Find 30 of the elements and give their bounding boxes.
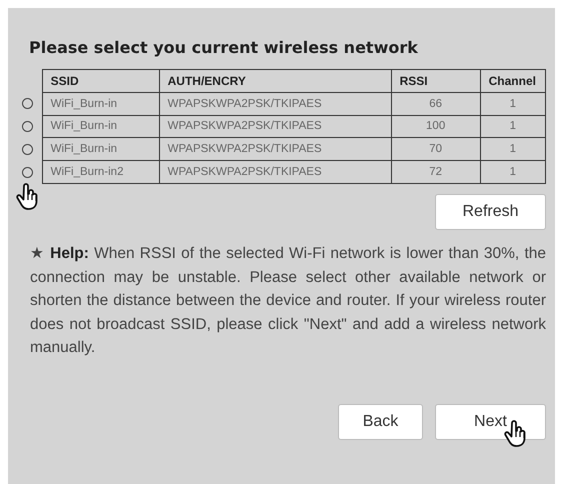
table-cell: WiFi_Burn-in2 (42, 160, 160, 184)
table-cell: 70 (391, 138, 480, 161)
radio-button[interactable] (22, 144, 33, 155)
table-cell: WiFi_Burn-in (42, 138, 160, 161)
column-header: SSID (42, 70, 160, 92)
column-header: Channel (480, 70, 546, 92)
radio-button[interactable] (22, 121, 33, 132)
hand-cursor-icon (16, 183, 40, 211)
table-cell: WPAPSKWPA2PSK/TKIPAES (159, 115, 392, 138)
table-cell: WiFi_Burn-in (42, 92, 160, 116)
table-cell: 72 (391, 160, 480, 184)
table-cell: WPAPSKWPA2PSK/TKIPAES (159, 138, 392, 161)
column-header: RSSI (391, 70, 480, 92)
dialog-title: Please select you current wireless network (29, 38, 419, 57)
table-cell: 1 (480, 160, 546, 184)
column-header: AUTH/ENCRY (159, 70, 392, 92)
refresh-button[interactable]: Refresh (435, 194, 546, 230)
table-cell: 1 (480, 115, 546, 138)
help-text: ★ Help: When RSSI of the selected Wi-Fi network is lower than 30%, the connection may be unstable. Please select other available network or shorten the distance between the device and router. If your wireless router does not broadcast SSID, please click "Next" and add a wireless network manually. (30, 244, 546, 358)
back-button[interactable]: Back (338, 404, 423, 440)
table-cell: WPAPSKWPA2PSK/TKIPAES (159, 92, 392, 116)
table-cell: WiFi_Burn-in (42, 115, 160, 138)
table-cell: 1 (480, 138, 546, 161)
table-cell: 100 (391, 115, 480, 138)
table-cell: WPAPSKWPA2PSK/TKIPAES (159, 160, 392, 184)
table-cell: 66 (391, 92, 480, 116)
table-cell: 1 (480, 92, 546, 116)
radio-button[interactable] (22, 167, 33, 178)
next-button[interactable]: Next (435, 404, 546, 440)
radio-button[interactable] (22, 98, 33, 109)
